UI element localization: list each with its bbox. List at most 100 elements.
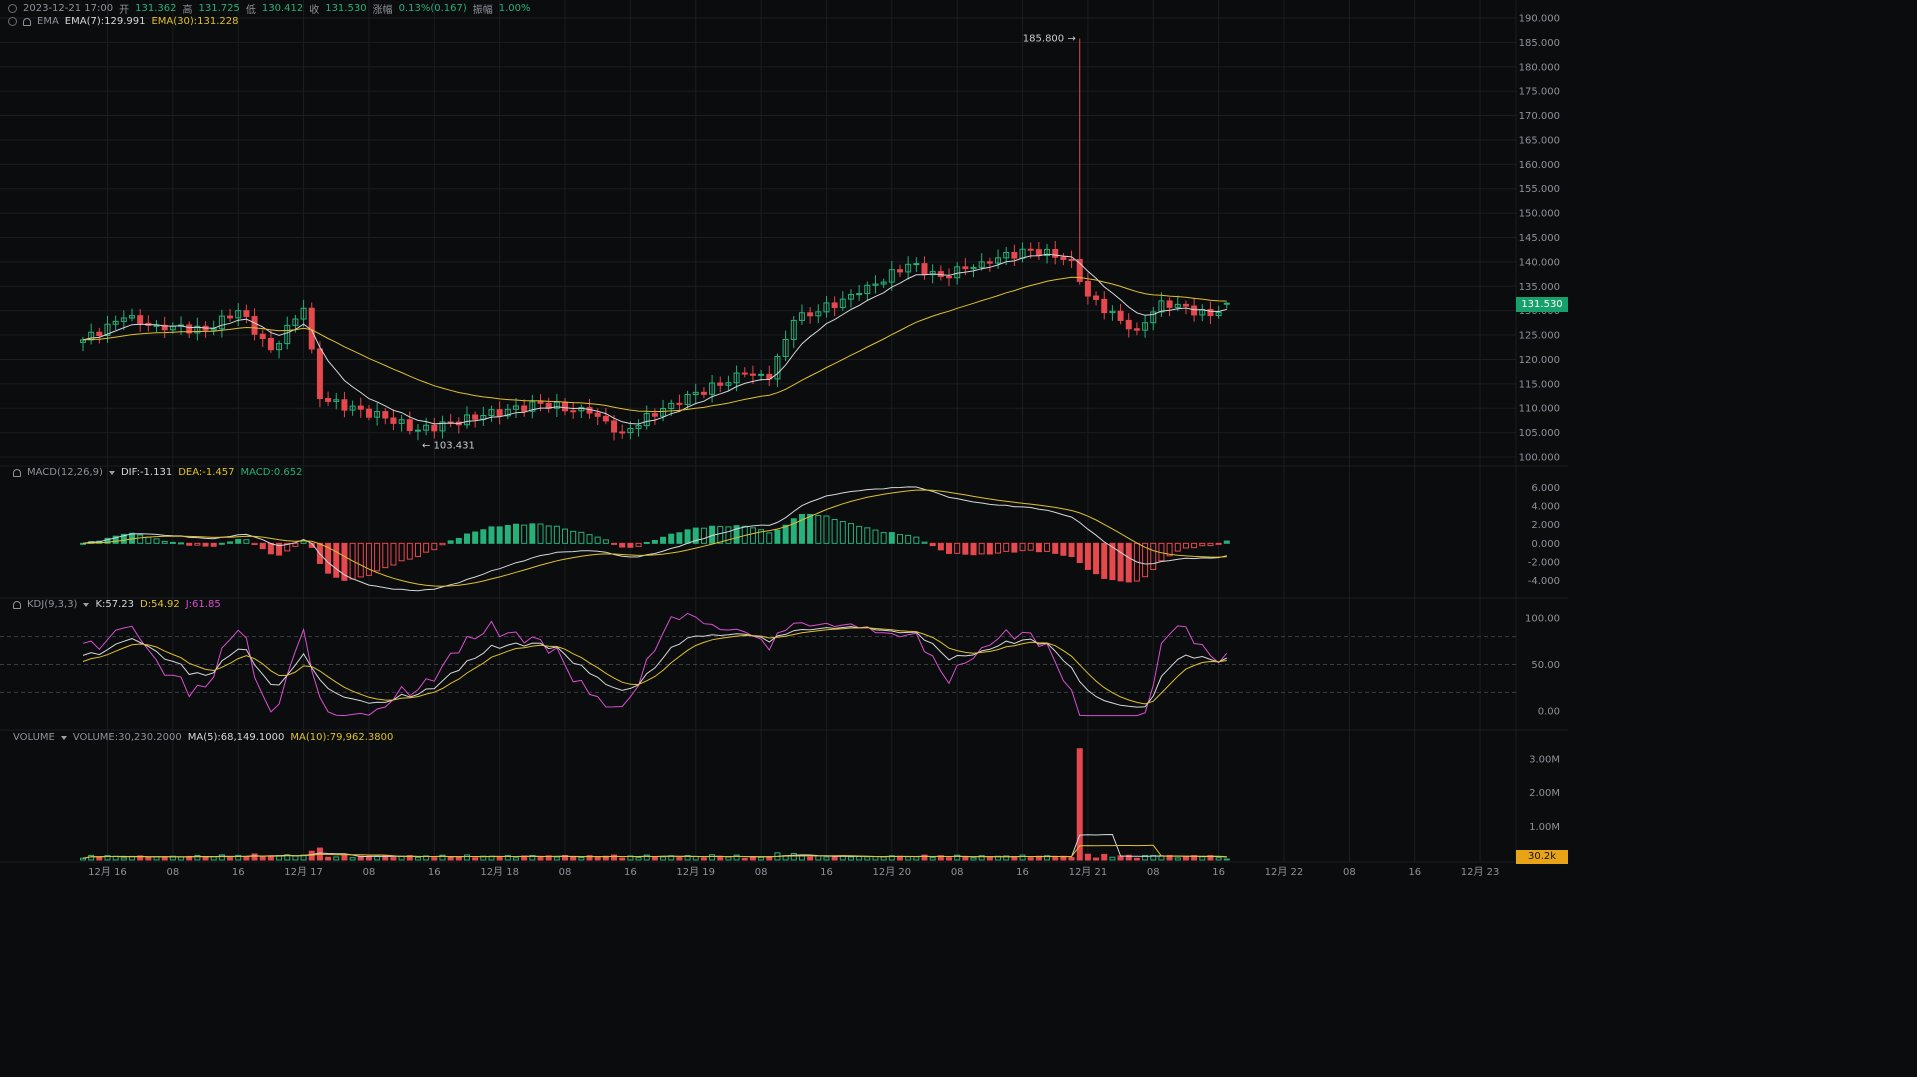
chevron-down-icon[interactable] [60, 735, 67, 740]
macd-histogram-bar [1174, 542, 1181, 552]
amp-value: 1.00% [498, 3, 531, 14]
macd-histogram-bar [717, 525, 724, 544]
candle-body [570, 410, 577, 413]
volume-ma10: MA(10):79,962.3800 [290, 732, 394, 743]
candle-body [741, 372, 748, 375]
macd-histogram-bar [439, 542, 446, 546]
macd-histogram-bar [488, 526, 495, 544]
volume-bar [218, 854, 225, 861]
change-value: 0.13%(0.167) [398, 3, 467, 14]
volume-bar [946, 857, 953, 861]
chart-canvas[interactable]: 185.800 →← 103.431 12月 16 08 16 12月 17 08 16 1… [0, 0, 1568, 881]
price-tick-label: 185.000 [1519, 38, 1560, 49]
macd-value: MACD:0.652 [240, 467, 303, 478]
time-tick-label: 08 [755, 867, 768, 878]
price-tick-label: 175.000 [1519, 87, 1560, 98]
volume-pane[interactable] [79, 748, 1230, 861]
candle-body [1052, 248, 1059, 258]
volume-bar [986, 857, 993, 861]
kdj-tick-label: 50.00 [1531, 660, 1560, 671]
candle-body [357, 405, 364, 410]
candle-body [856, 293, 863, 296]
volume-bar [161, 857, 168, 861]
volume-bar [341, 854, 348, 861]
candle-body [1060, 256, 1067, 260]
price-tick-label: 110.000 [1519, 404, 1560, 415]
max-price-label: 185.800 → [1023, 33, 1076, 44]
volume-ma10-line [82, 844, 1227, 859]
macd-histogram-bar [243, 539, 250, 544]
volume-bar [1174, 857, 1181, 861]
macd-histogram-bar [480, 529, 487, 544]
open-value: 131.362 [135, 3, 177, 14]
macd-histogram-bar [292, 542, 299, 547]
macd-name: MACD(12,26,9) [27, 467, 103, 478]
candle-body [1191, 305, 1198, 316]
price-tick-label: 100.000 [1519, 453, 1560, 464]
ohlc-header: 2023-12-21 17:00 开 131.362 高 131.725 低 130.… [8, 1, 531, 16]
macd-histogram-bar [831, 519, 838, 544]
price-pane[interactable]: 185.800 → ← 103.431 [79, 33, 1230, 451]
axes: 12月 16 08 16 12月 17 08 16 12月 18 08 16 12月 19 08 16… [88, 14, 1560, 879]
time-tick-label: 16 [232, 867, 245, 878]
macd-histogram-bar [137, 534, 144, 544]
macd-histogram-bar [496, 526, 503, 544]
macd-histogram-bar [1003, 542, 1010, 552]
volume-bar [79, 857, 86, 861]
volume-bar [1109, 856, 1116, 861]
collapse-icon[interactable] [8, 4, 17, 13]
macd-histogram-bar [374, 542, 381, 572]
candle-body [341, 399, 348, 411]
macd-histogram-bar [896, 534, 903, 544]
macd-tick-label: -2.000 [1528, 558, 1560, 569]
min-price-label: ← 103.431 [422, 440, 475, 451]
macd-tick-label: 2.000 [1531, 520, 1560, 531]
volume-bar [962, 856, 969, 861]
bell-icon[interactable] [13, 600, 21, 609]
volume-bar [251, 853, 258, 861]
macd-histogram-bar [749, 527, 756, 544]
candle-body [1133, 328, 1140, 331]
time-tick-label: 12月 22 [1265, 866, 1304, 878]
macd-histogram-bar [1101, 542, 1108, 579]
macd-histogram-bar [1117, 542, 1124, 582]
macd-histogram-bar [766, 532, 773, 544]
macd-histogram-bar [847, 523, 854, 544]
candle-body [259, 333, 266, 339]
candle-body [1068, 258, 1075, 261]
macd-histogram-bar [913, 536, 920, 544]
macd-histogram-bar [668, 533, 675, 544]
volume-bar [905, 856, 912, 861]
volume-bar [1182, 856, 1189, 861]
chevron-down-icon[interactable] [83, 602, 90, 607]
bell-icon[interactable] [23, 17, 31, 26]
candle-body [1011, 251, 1018, 259]
price-tick-label: 115.000 [1519, 379, 1560, 390]
candle-body [251, 315, 258, 335]
kdj-pane[interactable] [0, 612, 1516, 717]
macd-histogram-bar [382, 542, 389, 569]
time-tick-label: 16 [428, 867, 441, 878]
macd-histogram-bar [447, 540, 454, 544]
chevron-down-icon[interactable] [108, 470, 115, 475]
price-tick-label: 170.000 [1519, 111, 1560, 122]
time-tick-label: 12月 17 [284, 866, 323, 878]
volume-bar [455, 856, 462, 861]
volume-bar [325, 856, 332, 861]
volume-bar [390, 857, 397, 861]
volume-bar [635, 856, 642, 861]
price-tick-label: 155.000 [1519, 184, 1560, 195]
volume-bar [537, 857, 544, 861]
time-tick-label: 12月 16 [88, 866, 127, 878]
candle-body [986, 261, 993, 264]
collapse-icon[interactable] [8, 17, 17, 26]
bell-icon[interactable] [13, 468, 21, 477]
time-tick-label: 12月 19 [676, 866, 715, 878]
j-value: J:61.85 [185, 599, 221, 610]
macd-histogram-bar [937, 542, 944, 551]
volume-bar [725, 856, 732, 861]
d-value: D:54.92 [140, 599, 180, 610]
macd-histogram-bar [1093, 542, 1100, 575]
macd-histogram-bar [251, 542, 258, 546]
macd-pane[interactable] [79, 486, 1230, 592]
